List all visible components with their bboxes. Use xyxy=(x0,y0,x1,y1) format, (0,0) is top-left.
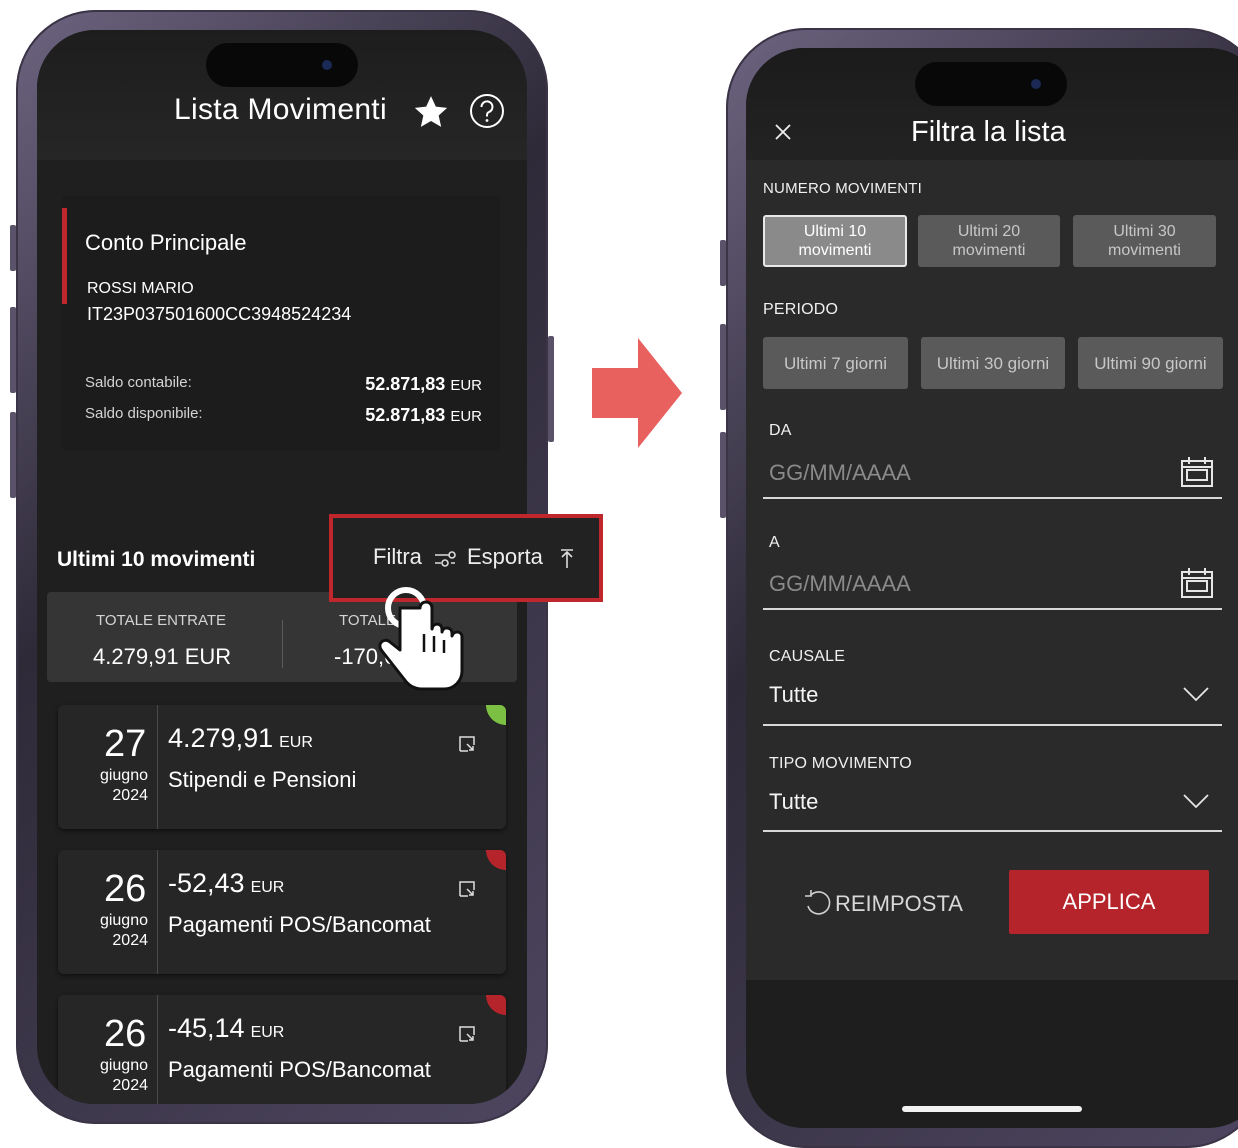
movement-currency: EUR xyxy=(250,1024,285,1041)
expense-indicator xyxy=(486,995,506,1015)
periodo-label: PERIODO xyxy=(763,301,839,318)
movement-day: 26 xyxy=(104,868,147,910)
arrow-right-icon xyxy=(592,338,682,448)
account-accent-bar xyxy=(62,208,67,304)
option-ultimi-90-giorni[interactable]: Ultimi 90 giorni xyxy=(1078,337,1223,389)
filter-icon[interactable] xyxy=(433,548,457,570)
a-date-input[interactable]: GG/MM/AAAA xyxy=(769,571,911,597)
account-name: Conto Principale xyxy=(85,230,247,255)
calendar-icon[interactable] xyxy=(1179,567,1215,599)
movement-month: giugno xyxy=(99,1057,148,1074)
saldo-disponibile-label: Saldo disponibile: xyxy=(85,405,203,422)
movement-description: Stipendi e Pensioni xyxy=(168,767,357,792)
option-ultimi-7-giorni[interactable]: Ultimi 7 giorni xyxy=(763,337,908,389)
movement-card[interactable]: 26 giugno 2024 -52,43 EUR Pagamenti POS/B… xyxy=(58,850,506,974)
movement-year: 2024 xyxy=(112,932,148,949)
filter-button[interactable]: Filtra xyxy=(373,544,422,570)
saldo-contabile-value: 52.871,83 xyxy=(365,374,446,394)
filter-title: Filtra la lista xyxy=(911,116,1066,148)
export-icon[interactable] xyxy=(559,548,575,570)
option-line1: Ultimi 20 xyxy=(957,223,1021,240)
numero-movimenti-label: NUMERO MOVIMENTI xyxy=(763,180,923,197)
movement-card[interactable]: 26 giugno 2024 -45,14 EUR Pagamenti POS/B… xyxy=(58,995,506,1104)
account-card[interactable]: Conto Principale ROSSI MARIO IT23P037501… xyxy=(62,196,500,451)
option-ultimi-30[interactable]: Ultimi 30 movimenti xyxy=(1073,215,1216,267)
tipo-movimento-label: TIPO MOVIMENTO xyxy=(769,755,912,772)
option-ultimi-30-giorni[interactable]: Ultimi 30 giorni xyxy=(921,337,1065,389)
movement-description: Pagamenti POS/Bancomat xyxy=(168,1057,431,1082)
calendar-icon[interactable] xyxy=(1179,456,1215,488)
page-title: Lista Movimenti xyxy=(174,93,387,126)
option-line1: Ultimi 30 xyxy=(1113,223,1176,240)
income-indicator xyxy=(486,705,506,725)
chevron-down-icon[interactable] xyxy=(1182,793,1210,809)
movement-year: 2024 xyxy=(112,787,148,804)
movement-day: 26 xyxy=(104,1013,147,1055)
expand-icon[interactable] xyxy=(458,735,476,753)
saldo-contabile-currency: EUR xyxy=(450,377,482,394)
movement-currency: EUR xyxy=(279,734,313,751)
movement-amount: 4.279,91 xyxy=(168,723,274,753)
option-ultimi-20[interactable]: Ultimi 20 movimenti xyxy=(918,215,1060,267)
reset-icon xyxy=(805,890,831,915)
saldo-disponibile-value: 52.871,83 xyxy=(365,405,446,425)
movement-description: Pagamenti POS/Bancomat xyxy=(168,912,431,937)
movement-currency: EUR xyxy=(250,879,285,896)
expand-icon[interactable] xyxy=(458,1025,476,1043)
star-icon[interactable] xyxy=(411,92,451,132)
movement-amount: -52,43 xyxy=(168,868,245,898)
saldo-disponibile-currency: EUR xyxy=(450,408,482,425)
causale-label: CAUSALE xyxy=(769,648,846,665)
movement-day: 27 xyxy=(104,723,147,765)
export-button[interactable]: Esporta xyxy=(467,544,543,570)
option-ultimi-10[interactable]: Ultimi 10 movimenti xyxy=(763,215,907,267)
movement-month: giugno xyxy=(99,912,148,929)
movement-month: giugno xyxy=(99,767,148,784)
movements-section-title: Ultimi 10 movimenti xyxy=(57,548,256,571)
a-label: A xyxy=(769,534,780,551)
movement-card[interactable]: 27 giugno 2024 4.279,91 EUR Stipendi e Pe… xyxy=(58,705,506,829)
close-icon[interactable] xyxy=(774,123,792,141)
option-line2: movimenti xyxy=(798,242,872,259)
option-line2: movimenti xyxy=(1108,242,1181,259)
account-holder: ROSSI MARIO xyxy=(87,280,194,297)
reset-label: REIMPOSTA xyxy=(835,891,963,916)
total-in-label: TOTALE ENTRATE xyxy=(96,612,227,629)
hand-pointer-icon xyxy=(378,587,464,691)
option-line2: movimenti xyxy=(952,242,1026,259)
tipo-movimento-select[interactable]: Tutte xyxy=(769,789,818,815)
expand-icon[interactable] xyxy=(458,880,476,898)
expense-indicator xyxy=(486,850,506,870)
account-iban: IT23P037501600CC3948524234 xyxy=(87,304,352,324)
movement-year: 2024 xyxy=(112,1077,148,1094)
apply-button[interactable]: APPLICA xyxy=(1009,870,1209,934)
option-line1: Ultimi 10 xyxy=(803,223,867,240)
right-screen: Filtra la lista NUMERO MOVIMENTI Ultimi … xyxy=(746,48,1238,1128)
chevron-down-icon[interactable] xyxy=(1182,686,1210,702)
da-label: DA xyxy=(769,422,792,439)
da-date-input[interactable]: GG/MM/AAAA xyxy=(769,460,911,486)
total-in-value: 4.279,91 EUR xyxy=(93,644,232,669)
movement-amount: -45,14 xyxy=(168,1013,245,1043)
saldo-contabile-label: Saldo contabile: xyxy=(85,374,192,391)
help-icon[interactable] xyxy=(468,92,506,130)
causale-select[interactable]: Tutte xyxy=(769,682,818,708)
home-indicator xyxy=(902,1106,1082,1112)
